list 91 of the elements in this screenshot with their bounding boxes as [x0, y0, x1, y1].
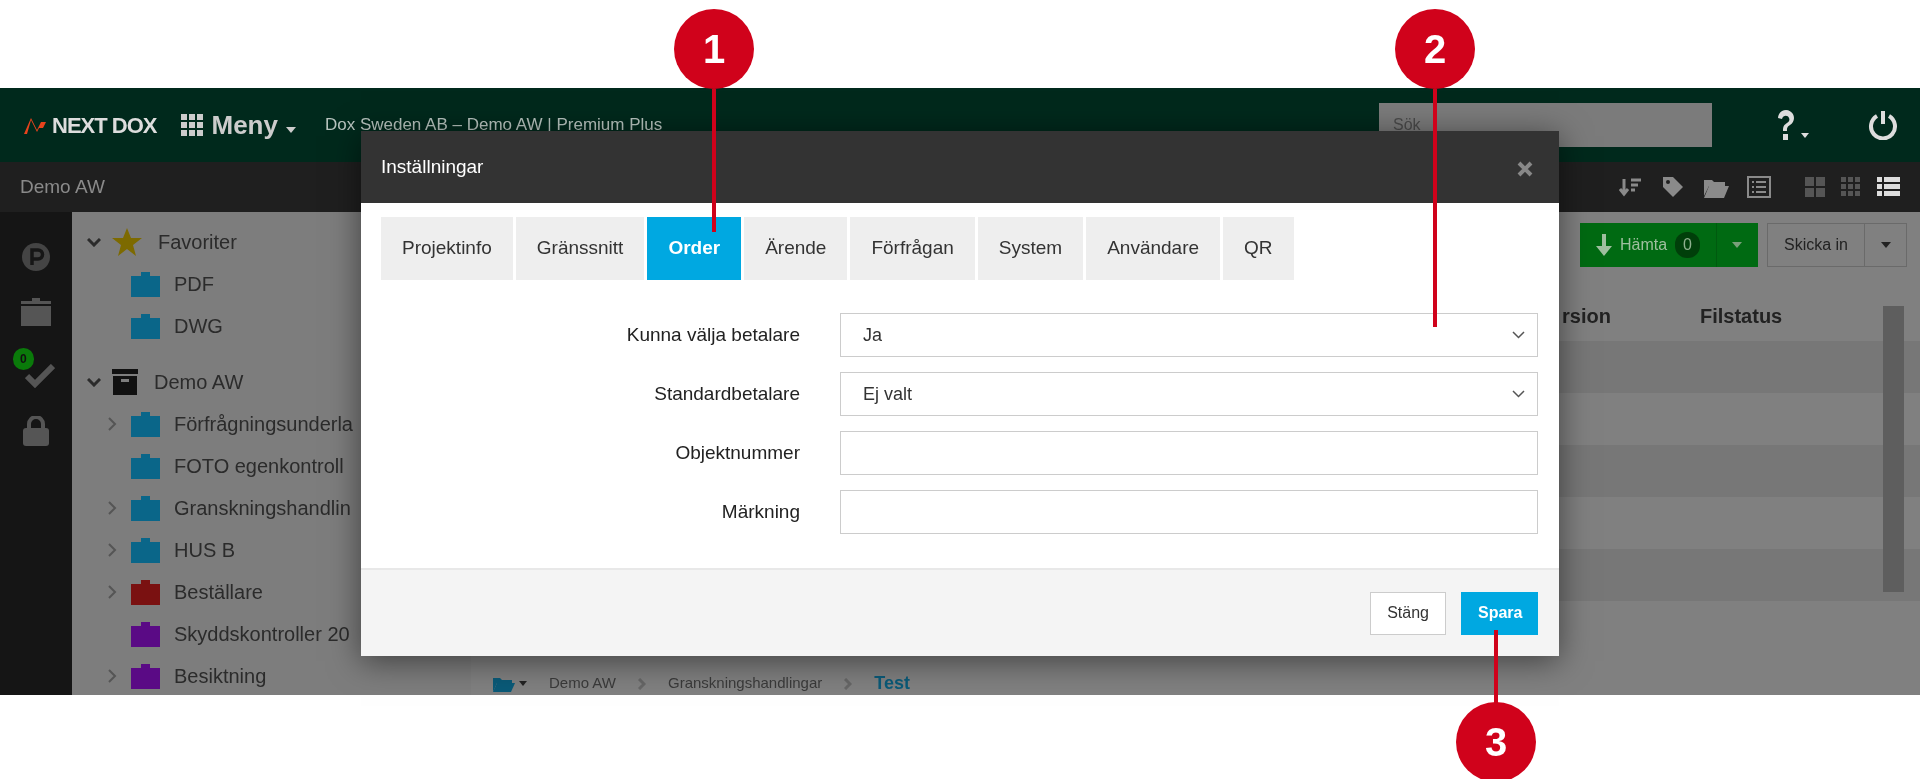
- folder-icon: [131, 537, 160, 563]
- archive-box-icon: [112, 369, 138, 395]
- download-button[interactable]: Hämta 0: [1579, 223, 1716, 267]
- chevron-right-icon[interactable]: [108, 585, 117, 599]
- input-field[interactable]: [840, 490, 1538, 534]
- tab[interactable]: Projektinfo: [381, 217, 513, 280]
- caret-icon: [1732, 242, 1743, 248]
- list-view-icon[interactable]: [1877, 177, 1900, 197]
- field-label: Kunna välja betalare: [625, 322, 801, 347]
- caret-icon: [1880, 242, 1891, 248]
- tab[interactable]: Gränssnitt: [515, 217, 645, 280]
- chevron-right-icon[interactable]: [108, 501, 117, 515]
- logo-text[interactable]: NEXT DOX: [52, 108, 157, 142]
- field-label: Standardbetalare: [653, 381, 801, 406]
- caret-icon: [285, 127, 296, 133]
- column-header: rsion: [1562, 304, 1612, 329]
- close-button[interactable]: Stäng: [1370, 591, 1446, 635]
- folder-icon: [131, 579, 160, 605]
- folder-icon: [131, 663, 160, 689]
- chevron-down-icon: [1512, 331, 1525, 339]
- tree-item[interactable]: Förfrågningsunderla: [174, 409, 353, 439]
- close-icon: [1517, 160, 1533, 177]
- project-title: Demo AW: [20, 174, 105, 199]
- breadcrumb-item[interactable]: Granskningshandlingar: [667, 672, 823, 695]
- breadcrumb-item[interactable]: Demo AW: [549, 672, 616, 695]
- count-badge: 0: [13, 348, 34, 370]
- tab[interactable]: Förfrågan: [850, 217, 975, 280]
- help-icon: [1775, 108, 1797, 142]
- folder-icon: [131, 453, 160, 479]
- arrow-down-icon: [1595, 234, 1612, 256]
- tree-item[interactable]: Beställare: [174, 577, 263, 607]
- field-label: Objektnummer: [674, 440, 801, 465]
- chevron-right-icon: [844, 677, 853, 690]
- chevron-right-icon[interactable]: [108, 669, 117, 683]
- callout-number: 1: [674, 9, 754, 89]
- tree-item[interactable]: PDF: [174, 269, 214, 299]
- chevron-right-icon[interactable]: [108, 543, 117, 557]
- chevron-right-icon: [637, 677, 646, 690]
- select-field[interactable]: Ja: [840, 313, 1538, 357]
- tab[interactable]: Ärende: [744, 217, 848, 280]
- folder-icon: [131, 271, 160, 297]
- count-badge: 0: [1675, 232, 1700, 258]
- callout-number: 2: [1395, 9, 1475, 89]
- tree-item[interactable]: DWG: [174, 311, 223, 341]
- caret-icon: [519, 681, 527, 686]
- callout-number: 3: [1456, 702, 1536, 779]
- grid-icon: [181, 114, 204, 136]
- tree-item[interactable]: HUS B: [174, 535, 236, 565]
- input-field[interactable]: [840, 431, 1538, 475]
- submit-button[interactable]: Skicka in: [1766, 223, 1865, 267]
- tree-item[interactable]: FOTO egenkontroll: [174, 451, 344, 481]
- menu-button[interactable]: Meny: [180, 104, 297, 146]
- field-label: Märkning: [720, 499, 801, 524]
- lock-icon[interactable]: [23, 416, 49, 446]
- scrollbar[interactable]: [1883, 306, 1904, 592]
- modal-title: Inställningar: [381, 154, 484, 179]
- chevron-down-icon: [1512, 390, 1525, 398]
- tab[interactable]: Användare: [1086, 217, 1221, 280]
- chevron-down-icon[interactable]: [87, 237, 101, 247]
- star-icon: [112, 228, 142, 256]
- save-button[interactable]: Spara: [1461, 591, 1538, 635]
- parking-icon[interactable]: [21, 242, 51, 272]
- breadcrumb-item: Test: [874, 672, 910, 695]
- check-icon[interactable]: [25, 364, 55, 388]
- grid-icon[interactable]: [1841, 177, 1861, 197]
- folder-icon: [131, 411, 160, 437]
- list-icon[interactable]: [1747, 176, 1771, 198]
- tab[interactable]: QR: [1223, 217, 1294, 280]
- tree-item[interactable]: Skyddskontroller 20: [174, 619, 350, 649]
- tiles-icon[interactable]: [1805, 177, 1825, 197]
- archive-icon[interactable]: [21, 298, 51, 326]
- chevron-down-icon[interactable]: [87, 377, 101, 387]
- tab[interactable]: System: [977, 217, 1084, 280]
- select-field[interactable]: Ej valt: [840, 372, 1538, 416]
- folder-icon: [131, 495, 160, 521]
- power-icon[interactable]: [1868, 110, 1898, 140]
- select-value: Ja: [863, 323, 883, 347]
- folder-dropdown[interactable]: [493, 675, 527, 692]
- tree-item[interactable]: Besiktning: [174, 661, 267, 691]
- tree-item[interactable]: Demo AW: [154, 367, 244, 397]
- chevron-right-icon[interactable]: [108, 417, 117, 431]
- folder-icon: [131, 313, 160, 339]
- dropdown-button[interactable]: [1865, 223, 1907, 267]
- column-header: Filstatus: [1700, 304, 1783, 329]
- tab[interactable]: Order: [647, 217, 742, 280]
- caret-icon: [1801, 133, 1809, 138]
- tree-item[interactable]: Granskningshandlin: [174, 493, 351, 523]
- folder-icon: [493, 675, 515, 692]
- folder-icon: [131, 621, 160, 647]
- tree-item[interactable]: Favoriter: [158, 227, 237, 257]
- select-value: Ej valt: [863, 382, 914, 406]
